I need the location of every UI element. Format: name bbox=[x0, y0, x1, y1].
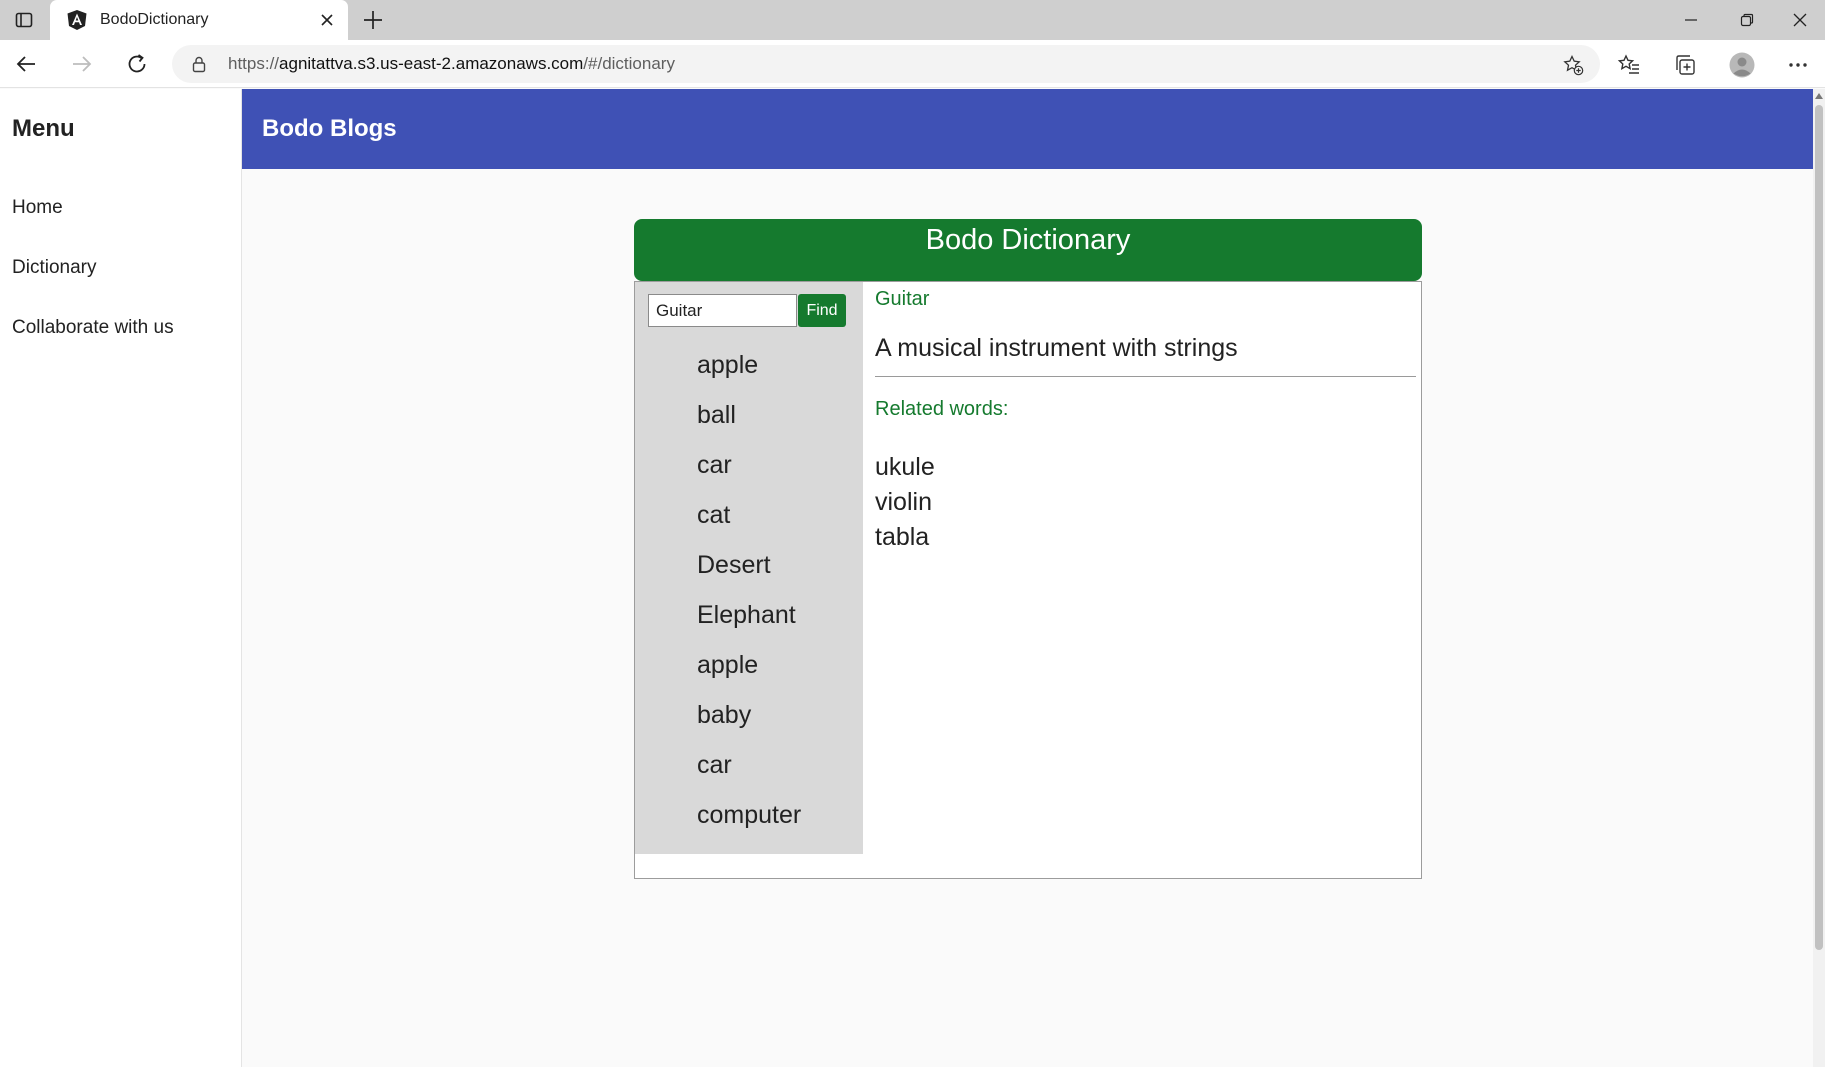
collections-button[interactable] bbox=[1672, 52, 1698, 78]
nav-item-collaborate[interactable]: Collaborate with us bbox=[12, 317, 174, 339]
reload-button[interactable] bbox=[123, 50, 151, 78]
dictionary-panel: Find apple ball car cat Desert Elephant … bbox=[634, 281, 1422, 879]
brand-title: Bodo Blogs bbox=[262, 115, 397, 142]
related-words-label: Related words: bbox=[875, 398, 1009, 420]
minimize-icon bbox=[1685, 19, 1697, 21]
scrollbar-thumb[interactable] bbox=[1815, 105, 1823, 950]
word-list-item[interactable]: car bbox=[635, 450, 863, 500]
nav-item-dictionary[interactable]: Dictionary bbox=[12, 257, 96, 279]
word-list: apple ball car cat Desert Elephant apple… bbox=[635, 350, 863, 850]
url-path: /#/dictionary bbox=[583, 54, 675, 73]
nav-item-home[interactable]: Home bbox=[12, 197, 63, 219]
word-list-item[interactable]: ball bbox=[635, 400, 863, 450]
new-tab-icon[interactable] bbox=[360, 7, 386, 33]
profile-button[interactable] bbox=[1729, 52, 1755, 78]
browser-tab[interactable]: BodoDictionary bbox=[50, 0, 348, 40]
tab-title: BodoDictionary bbox=[100, 11, 209, 28]
app-header: Bodo Blogs bbox=[242, 89, 1813, 169]
word-detail: Guitar A musical instrument with strings… bbox=[875, 282, 1420, 878]
related-word: ukule bbox=[875, 453, 935, 481]
tab-actions-icon bbox=[15, 12, 33, 28]
browser-tab-bar: BodoDictionary bbox=[0, 0, 1825, 40]
close-window-button[interactable] bbox=[1775, 0, 1825, 40]
dictionary-title: Bodo Dictionary bbox=[634, 219, 1422, 281]
add-favorite-icon[interactable] bbox=[1562, 54, 1584, 76]
word-list-item[interactable]: apple bbox=[635, 350, 863, 400]
address-bar[interactable]: https://agnitattva.s3.us-east-2.amazonaw… bbox=[172, 45, 1600, 83]
url-text: https://agnitattva.s3.us-east-2.amazonaw… bbox=[228, 54, 675, 74]
word-list-item[interactable]: baby bbox=[635, 700, 863, 750]
word-list-item[interactable]: Desert bbox=[635, 550, 863, 600]
scroll-up-arrow-icon[interactable] bbox=[1815, 93, 1823, 99]
search-input[interactable] bbox=[648, 294, 797, 327]
url-prefix: https:// bbox=[228, 54, 280, 73]
word-list-item[interactable]: cat bbox=[635, 500, 863, 550]
forward-arrow-icon bbox=[73, 56, 92, 72]
profile-avatar-icon bbox=[1729, 52, 1755, 78]
menu-title: Menu bbox=[12, 115, 75, 142]
word-meaning: A musical instrument with strings bbox=[875, 334, 1238, 362]
divider bbox=[875, 376, 1416, 377]
restore-icon bbox=[1740, 13, 1754, 27]
back-button[interactable] bbox=[12, 50, 40, 78]
tab-actions-button[interactable] bbox=[0, 0, 48, 40]
angular-favicon-icon bbox=[67, 10, 87, 30]
browser-toolbar: https://agnitattva.s3.us-east-2.amazonaw… bbox=[0, 40, 1825, 88]
settings-more-button[interactable] bbox=[1785, 52, 1811, 78]
reload-icon bbox=[128, 54, 146, 73]
collections-icon bbox=[1676, 55, 1695, 75]
more-dots-icon bbox=[1789, 63, 1807, 67]
url-host: agnitattva.s3.us-east-2.amazonaws.com bbox=[279, 54, 584, 73]
restore-button[interactable] bbox=[1719, 0, 1775, 40]
side-menu: Menu Home Dictionary Collaborate with us bbox=[0, 89, 242, 1067]
related-words-list: ukule violin tabla bbox=[875, 450, 935, 555]
word-list-item[interactable]: Elephant bbox=[635, 600, 863, 650]
lock-icon[interactable] bbox=[190, 55, 208, 73]
tab-close-icon[interactable] bbox=[318, 11, 336, 29]
favorites-icon bbox=[1617, 54, 1639, 74]
close-window-icon bbox=[1793, 13, 1807, 27]
word-list-panel: Find apple ball car cat Desert Elephant … bbox=[635, 282, 863, 854]
forward-button[interactable] bbox=[68, 50, 96, 78]
page-scrollbar[interactable] bbox=[1813, 89, 1825, 1067]
related-word: violin bbox=[875, 488, 932, 516]
back-arrow-icon bbox=[16, 56, 35, 72]
minimize-button[interactable] bbox=[1663, 0, 1719, 40]
selected-word: Guitar bbox=[875, 288, 930, 310]
word-list-item[interactable]: apple bbox=[635, 650, 863, 700]
find-button[interactable]: Find bbox=[798, 294, 846, 327]
favorites-button[interactable] bbox=[1616, 52, 1642, 78]
page-content: Menu Home Dictionary Collaborate with us… bbox=[0, 89, 1825, 1067]
word-list-item[interactable]: computer bbox=[635, 800, 863, 850]
related-word: tabla bbox=[875, 523, 930, 551]
word-list-item[interactable]: car bbox=[635, 750, 863, 800]
